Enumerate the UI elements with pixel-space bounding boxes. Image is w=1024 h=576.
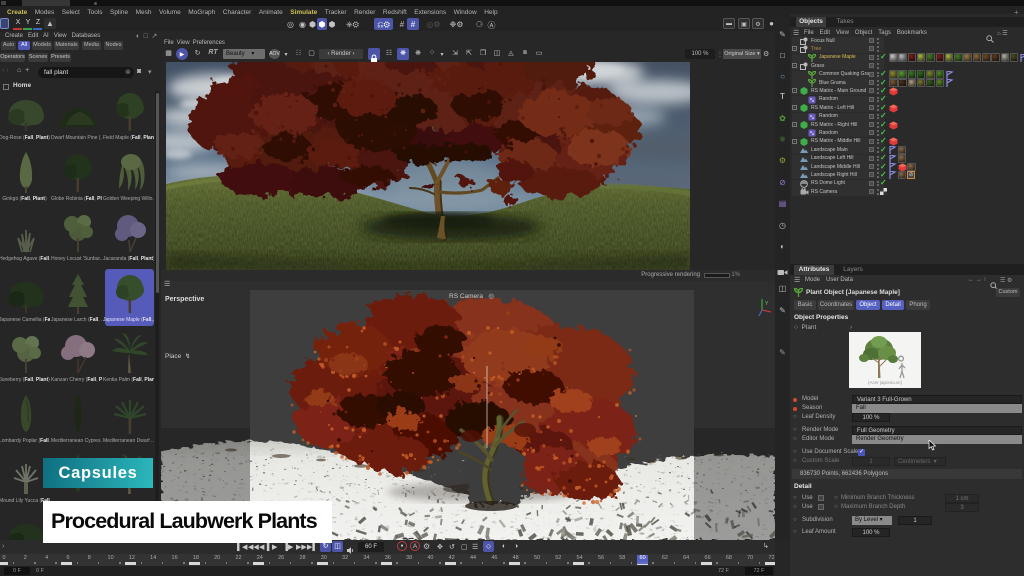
svg-text:RS Camera ◎: RS Camera ◎ <box>449 293 494 300</box>
svg-text:(Acer japonicum): (Acer japonicum) <box>868 380 903 385</box>
svg-text:Place ↯: Place ↯ <box>165 352 190 360</box>
svg-text:©RS Shading | 500x2m: ©RS Shading | 500x2m <box>736 525 775 532</box>
svg-text:Perspective: Perspective <box>165 296 204 303</box>
